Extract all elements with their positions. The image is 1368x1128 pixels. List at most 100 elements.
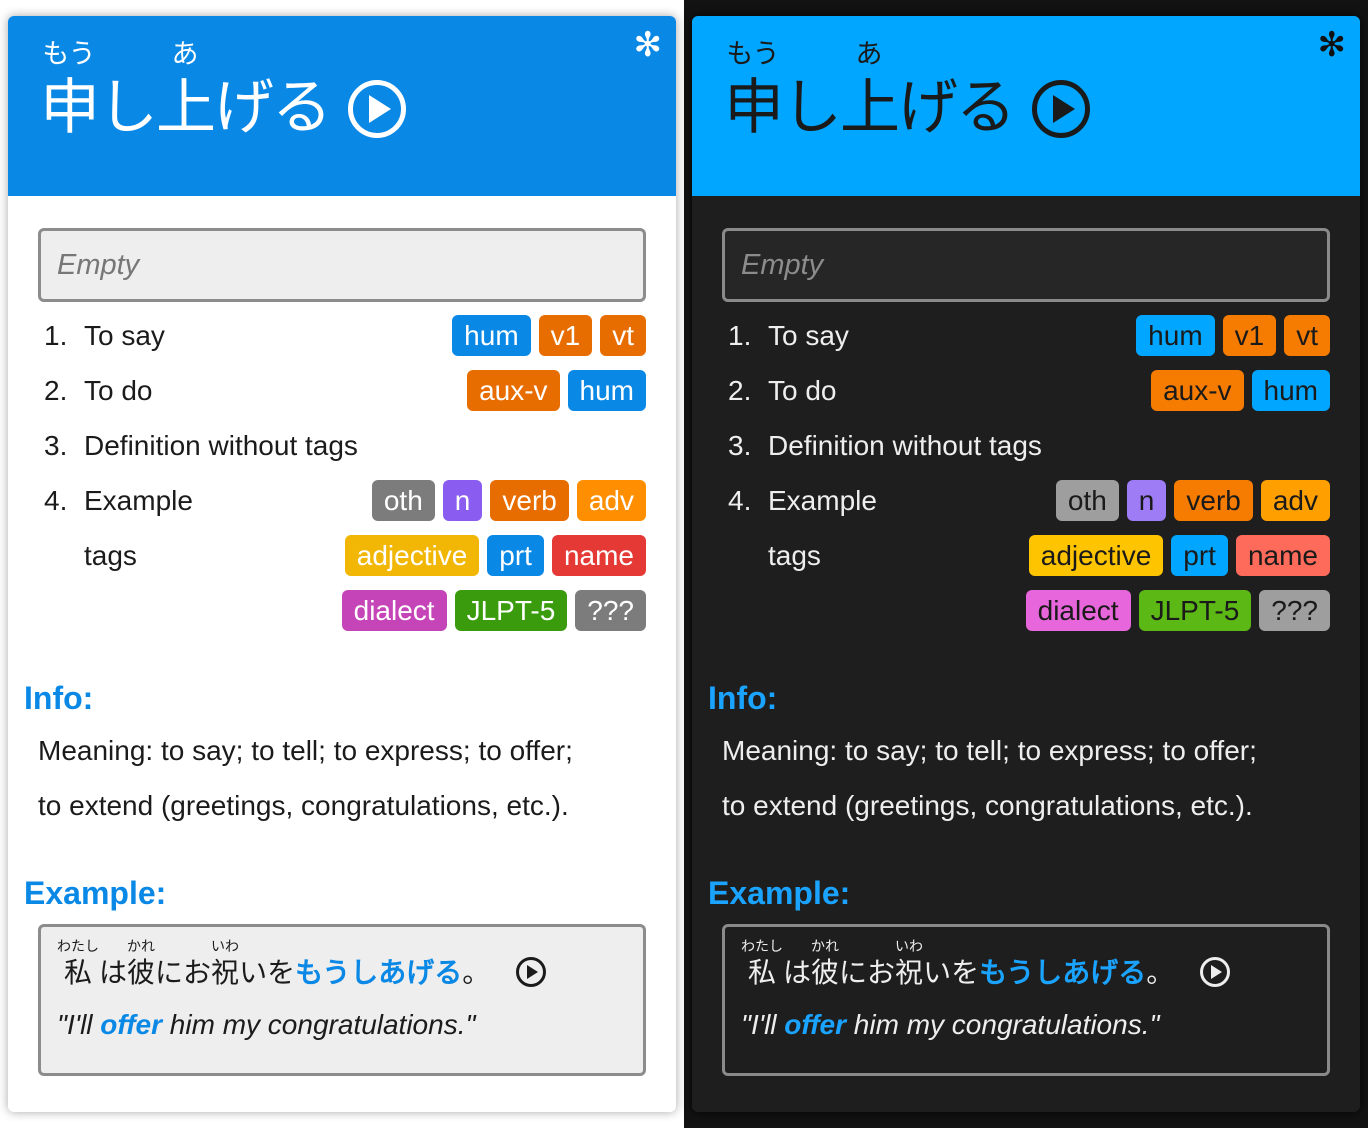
example-furigana: かれ <box>127 939 156 955</box>
example-english-before: "I'll <box>741 1009 785 1040</box>
example-char-group: いわ祝 <box>211 939 239 991</box>
word-text: 上 <box>156 73 216 143</box>
word-char-group: もう申 <box>40 39 100 144</box>
tag-badge: dialect <box>1025 590 1131 631</box>
tag-list: aux-v hum <box>1151 363 1330 418</box>
word-ruby: もう申しあ上げる <box>724 40 1016 144</box>
definition-text: Definition without tags <box>84 430 358 461</box>
tag-badge: oth <box>371 480 435 521</box>
example-heading: Example: <box>24 875 167 911</box>
tag-badge: name <box>1235 535 1330 576</box>
flashcard-light: ✻ もう申しあ上げる Empty 1. To say hum v1 vt 2. To do a… <box>8 16 676 1112</box>
example-furigana: かれ <box>811 939 840 955</box>
tag-badge: adv <box>576 480 646 521</box>
example-english-highlight: offer <box>784 1009 847 1040</box>
play-audio-button[interactable] <box>348 80 406 138</box>
definition-left: 2. To do <box>38 363 153 418</box>
word-text: 申 <box>724 73 784 143</box>
definition-number: 2. <box>44 375 68 406</box>
tag-list: hum v1 vt <box>452 308 646 363</box>
tag-badge: n <box>1126 480 1167 521</box>
tag-badge: aux-v <box>1151 370 1244 411</box>
play-icon <box>1053 95 1075 123</box>
definition-text: To do <box>768 375 837 406</box>
play-audio-button[interactable] <box>1032 80 1090 138</box>
tag-badge: JLPT-5 <box>454 590 568 631</box>
definition-list: 1. To say hum v1 vt 2. To do aux-v hum 3. Definiti… <box>722 308 1330 638</box>
example-furigana: いわ <box>895 939 924 955</box>
definition-item: 4. Example tags oth n verb adv adjective prt nam… <box>722 473 1330 638</box>
definition-item: 2. To do aux-v hum <box>722 363 1330 418</box>
definition-text: Example tags <box>84 485 193 571</box>
example-furigana: わたし <box>741 939 783 955</box>
example-text: は <box>99 956 128 989</box>
definition-item: 2. To do aux-v hum <box>38 363 646 418</box>
card-body: Empty 1. To say hum v1 vt 2. To do aux-v hum 3. De… <box>8 196 676 1076</box>
tag-badge: vt <box>1284 315 1330 356</box>
definition-left: 4. Example tags <box>38 473 193 583</box>
word-text: げる <box>898 73 1016 143</box>
tag-badge: verb <box>490 480 569 521</box>
word-char-group: もう申 <box>724 40 784 144</box>
tag-badge: verb <box>1174 480 1253 521</box>
answer-input[interactable]: Empty <box>38 228 646 302</box>
example-english: "I'll offer him my congratulations." <box>741 1009 1311 1041</box>
tag-badge: hum <box>1136 315 1215 356</box>
tag-badge: ??? <box>1259 590 1330 631</box>
example-text: 彼 <box>127 956 156 989</box>
example-japanese: わたし私はかれ彼にお いわ祝いを もうしあげる。 <box>57 939 627 991</box>
definition-left: 4. Example tags <box>722 473 877 583</box>
word-furigana: もう <box>42 39 96 70</box>
example-text: 祝 <box>895 956 924 989</box>
answer-input[interactable]: Empty <box>722 228 1330 302</box>
vocab-word: もう申しあ上げる <box>40 40 406 144</box>
example-text: 彼 <box>811 956 840 989</box>
example-english-before: "I'll <box>57 1009 101 1040</box>
tag-badge: vt <box>600 315 646 356</box>
tag-badge: ??? <box>575 590 646 631</box>
definition-number: 4. <box>728 485 752 516</box>
settings-icon[interactable]: ✻ <box>1318 28 1347 62</box>
example-char-group: いを <box>239 939 295 991</box>
example-english: "I'll offer him my congratulations." <box>57 1009 627 1041</box>
word-char-group: し <box>782 40 842 144</box>
example-play-button[interactable] <box>1200 957 1231 987</box>
example-heading: Example: <box>708 875 851 911</box>
example-text: にお <box>155 956 212 989</box>
info-line: Meaning: to say; to tell; to express; to… <box>722 735 1257 766</box>
example-char-group: もうしあげる <box>295 939 462 991</box>
example-english-after: him my congratulations." <box>162 1009 476 1040</box>
example-box: わたし私はかれ彼にお いわ祝いを もうしあげる。 "I'll offer him m… <box>722 924 1330 1076</box>
play-icon <box>1211 965 1223 979</box>
definition-left: 3. Definition without tags <box>722 418 1042 473</box>
example-english-after: him my congratulations." <box>846 1009 1160 1040</box>
tag-badge: hum <box>452 315 531 356</box>
example-char-group: にお <box>839 939 895 991</box>
example-text: 。 <box>462 956 491 989</box>
example-char-group: わたし私 <box>57 939 99 991</box>
definition-number: 4. <box>44 485 68 516</box>
play-icon <box>369 95 391 123</box>
tag-badge: hum <box>1251 370 1330 411</box>
example-char-group: かれ彼 <box>127 939 155 991</box>
definition-item: 3. Definition without tags <box>38 418 646 473</box>
example-text: 。 <box>1146 956 1175 989</box>
settings-icon[interactable]: ✻ <box>634 28 663 62</box>
tag-badge: prt <box>487 535 544 576</box>
example-char-group: わたし私 <box>741 939 783 991</box>
example-play-button[interactable] <box>516 957 547 987</box>
definition-text: To say <box>768 320 849 351</box>
tag-badge: adv <box>1260 480 1330 521</box>
definition-number: 1. <box>728 320 752 351</box>
definition-left: 1. To say <box>722 308 849 363</box>
example-char-group: 。 <box>1146 939 1174 991</box>
card-header: ✻ もう申しあ上げる <box>8 16 676 196</box>
tag-list: oth n verb adv adjective prt name dialect JLPT-5… <box>316 473 646 638</box>
tag-badge: oth <box>1055 480 1119 521</box>
definition-text: Definition without tags <box>768 430 1042 461</box>
example-char-group: は <box>99 939 127 991</box>
definition-item: 4. Example tags oth n verb adv adjective prt nam… <box>38 473 646 638</box>
tag-list: aux-v hum <box>467 363 646 418</box>
example-english-highlight: offer <box>100 1009 163 1040</box>
tag-badge: aux-v <box>467 370 560 411</box>
